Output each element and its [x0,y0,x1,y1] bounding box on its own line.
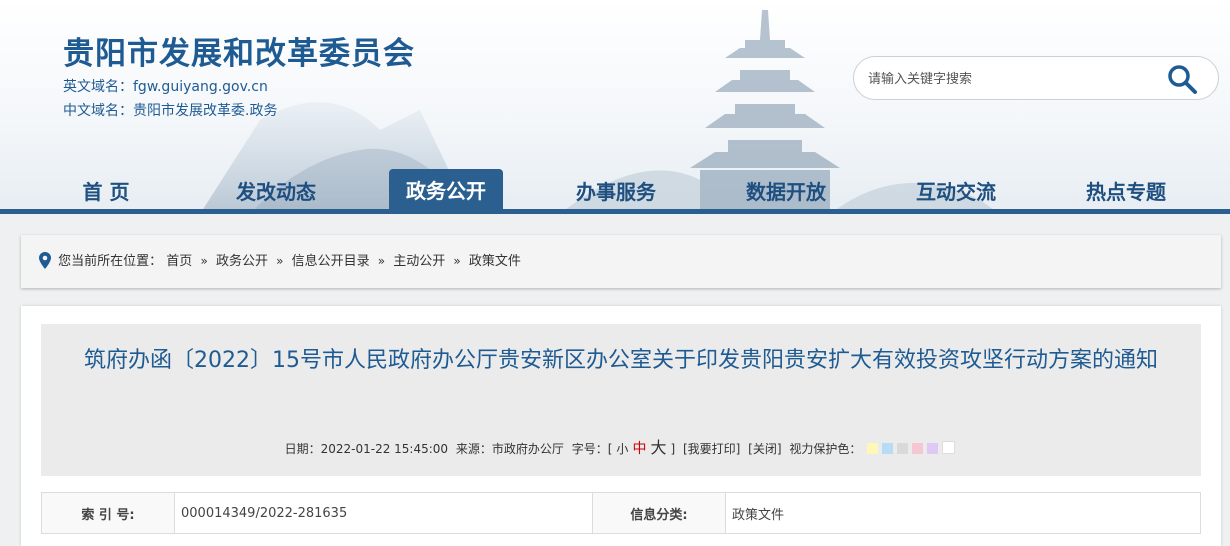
font-size-bracket: ] [670,442,676,456]
article-title: 筑府办函〔2022〕15号市人民政府办公厅贵安新区办公室关于印发贵阳贵安扩大有效… [84,348,1158,373]
print-button[interactable]: [我要打印] [683,442,740,456]
font-size-large-button[interactable]: 大 [650,438,666,457]
font-size-small-button[interactable]: 小 [616,442,628,456]
eye-care-color-swatch[interactable] [942,441,956,454]
font-size-label: 字号：[ [571,442,613,456]
breadcrumb-separator: » [276,254,284,268]
nav-item-services[interactable]: 办事服务 [557,175,675,209]
breadcrumb-separator: » [453,254,461,268]
info-category-label: 信息分类: [592,492,726,534]
main-nav: 首 页 发改动态 政务公开 办事服务 数据开放 互动交流 热点专题 [0,169,1230,214]
chinese-domain: 中文域名：贵阳市发展改革委.政务 [63,103,278,119]
close-button[interactable]: [关闭] [748,442,781,456]
breadcrumb-separator: » [200,254,208,268]
nav-item-government-affairs[interactable]: 政务公开 [389,169,503,209]
eye-care-label: 视力保护色： [789,442,862,456]
site-title: 贵阳市发展和改革委员会 [63,36,415,72]
eye-care-color-swatch[interactable] [927,443,939,454]
search-icon[interactable] [1166,63,1198,95]
search-box [853,56,1219,100]
breadcrumb-home[interactable]: 首页 [166,254,192,269]
breadcrumb-government-affairs[interactable]: 政务公开 [216,254,268,269]
eye-care-color-swatch[interactable] [867,443,879,454]
site-header: 贵阳市发展和改革委员会 英文域名：fgw.guiyang.gov.cn 中文域名… [0,0,1230,214]
article-header: 筑府办函〔2022〕15号市人民政府办公厅贵安新区办公室关于印发贵阳贵安扩大有效… [41,324,1201,476]
breadcrumb-active-disclosure[interactable]: 主动公开 [393,254,445,269]
nav-item-home[interactable]: 首 页 [47,175,165,209]
article-meta: 日期：2022-01-22 15:45:00 来源：市政府办公厅 字号：[小中大… [41,434,1201,458]
font-size-medium-button[interactable]: 中 [632,441,646,457]
nav-underline [0,209,1230,214]
info-category-value: 政策文件 [725,492,1201,534]
eye-care-swatches [865,441,957,456]
breadcrumb-info-catalog[interactable]: 信息公开目录 [292,254,370,269]
eye-care-color-swatch[interactable] [912,443,924,454]
nav-item-interaction[interactable]: 互动交流 [897,175,1015,209]
english-domain: 英文域名：fgw.guiyang.gov.cn [63,79,268,95]
eye-care-color-swatch[interactable] [882,443,894,454]
article-date: 日期：2022-01-22 15:45:00 [284,442,449,456]
nav-item-special-topics[interactable]: 热点专题 [1067,175,1185,209]
nav-item-news[interactable]: 发改动态 [217,175,335,209]
article-container: 筑府办函〔2022〕15号市人民政府办公厅贵安新区办公室关于印发贵阳贵安扩大有效… [21,306,1221,546]
table-row: 索 引 号: 000014349/2022-281635 信息分类: 政策文件 [41,492,1201,534]
location-pin-icon [39,251,51,269]
search-input[interactable] [866,65,1150,93]
breadcrumb: 您当前所在位置： 首页 » 政务公开 » 信息公开目录 » 主动公开 » 政策文… [21,235,1221,288]
breadcrumb-separator: » [377,254,386,268]
article-source: 来源：市政府办公厅 [455,442,564,456]
eye-care-color-swatch[interactable] [897,443,909,454]
index-number-value: 000014349/2022-281635 [174,492,593,534]
nav-item-open-data[interactable]: 数据开放 [727,175,845,209]
breadcrumb-policy-documents[interactable]: 政策文件 [469,254,521,269]
info-table: 索 引 号: 000014349/2022-281635 信息分类: 政策文件 [41,492,1201,534]
index-number-label: 索 引 号: [41,492,175,534]
breadcrumb-prefix: 您当前所在位置： [58,254,163,269]
